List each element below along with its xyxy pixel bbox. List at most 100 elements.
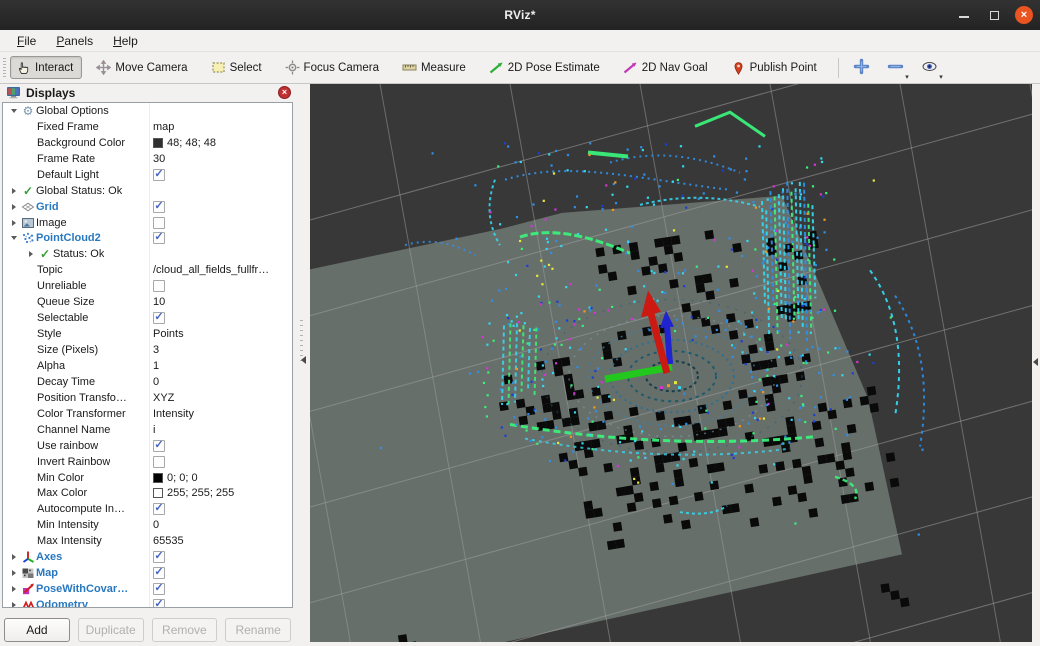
tree-row-image[interactable]: Image bbox=[3, 215, 292, 231]
tree-row-pointcloud2[interactable]: PointCloud2✓ bbox=[3, 231, 292, 247]
tree-row-value[interactable]: 48; 48; 48 bbox=[153, 137, 216, 149]
tree-row-value[interactable]: 1 bbox=[153, 360, 159, 372]
tree-row-value[interactable]: XYZ bbox=[153, 392, 174, 404]
tree-row-queue-size[interactable]: Queue Size10 bbox=[3, 294, 292, 310]
tree-row-value[interactable]: 0 bbox=[153, 376, 159, 388]
tree-row-alpha[interactable]: Alpha1 bbox=[3, 358, 292, 374]
tool-add-tool[interactable] bbox=[849, 56, 875, 80]
tree-row-odometry[interactable]: Odometry✓ bbox=[3, 597, 292, 608]
tree-row-value[interactable]: 255; 255; 255 bbox=[153, 487, 234, 499]
expander-icon[interactable] bbox=[7, 109, 20, 113]
expander-icon[interactable] bbox=[7, 554, 20, 560]
tree-row-value[interactable]: 0; 0; 0 bbox=[153, 472, 198, 484]
tree-row-value[interactable]: ✓ bbox=[153, 551, 165, 563]
tree-row-size-pixels[interactable]: Size (Pixels)3 bbox=[3, 342, 292, 358]
tree-row-background-color[interactable]: Background Color48; 48; 48 bbox=[3, 135, 292, 151]
tree-row-max-color[interactable]: Max Color255; 255; 255 bbox=[3, 486, 292, 502]
tree-row-value[interactable]: 65535 bbox=[153, 535, 184, 547]
checkbox-checked[interactable]: ✓ bbox=[153, 503, 165, 515]
tree-row-value[interactable]: ✓ bbox=[153, 169, 165, 181]
tool-focus-camera[interactable]: Focus Camera bbox=[279, 56, 388, 79]
checkbox-checked[interactable]: ✓ bbox=[153, 232, 165, 244]
tree-row-value[interactable]: ✓ bbox=[153, 503, 165, 515]
tree-row-value[interactable] bbox=[153, 217, 165, 229]
tree-row-autocompute-in[interactable]: Autocompute In…✓ bbox=[3, 501, 292, 517]
add-button[interactable]: Add bbox=[4, 618, 70, 642]
tree-row-invert-rainbow[interactable]: Invert Rainbow bbox=[3, 454, 292, 470]
tree-row-value[interactable]: ✓ bbox=[153, 599, 165, 608]
tool-move-camera[interactable]: Move Camera bbox=[90, 56, 196, 79]
toolbar-drag-handle[interactable] bbox=[3, 58, 6, 78]
checkbox-checked[interactable]: ✓ bbox=[153, 169, 165, 181]
tree-row-value[interactable]: ✓ bbox=[153, 583, 165, 595]
expander-icon[interactable] bbox=[7, 188, 20, 194]
tree-row-fixed-frame[interactable]: Fixed Framemap bbox=[3, 119, 292, 135]
expander-icon[interactable] bbox=[7, 236, 20, 240]
tree-row-value[interactable]: 3 bbox=[153, 344, 159, 356]
tree-row-value[interactable]: 30 bbox=[153, 153, 165, 165]
panel-splitter[interactable] bbox=[295, 84, 310, 646]
tree-row-color-transformer[interactable]: Color TransformerIntensity bbox=[3, 406, 292, 422]
tree-row-position-transfo[interactable]: Position Transfo…XYZ bbox=[3, 390, 292, 406]
tree-row-topic[interactable]: Topic/cloud_all_fields_fullfr… bbox=[3, 262, 292, 278]
tool-publish-point[interactable]: Publish Point bbox=[725, 56, 826, 79]
tree-row-value[interactable]: ✓ bbox=[153, 232, 165, 244]
tree-row-channel-name[interactable]: Channel Namei bbox=[3, 422, 292, 438]
tree-row-posewithcovar[interactable]: PoseWithCovar…✓ bbox=[3, 581, 292, 597]
checkbox-unchecked[interactable] bbox=[153, 456, 165, 468]
tree-row-value[interactable]: 0 bbox=[153, 519, 159, 531]
expander-icon[interactable] bbox=[7, 204, 20, 210]
tree-row-frame-rate[interactable]: Frame Rate30 bbox=[3, 151, 292, 167]
checkbox-checked[interactable]: ✓ bbox=[153, 440, 165, 452]
tool-2d-nav-goal[interactable]: 2D Nav Goal bbox=[617, 56, 717, 79]
minimize-button[interactable] bbox=[954, 5, 974, 25]
tree-row-grid[interactable]: Grid✓ bbox=[3, 199, 292, 215]
tool-select[interactable]: Select bbox=[205, 56, 271, 79]
tree-row-decay-time[interactable]: Decay Time0 bbox=[3, 374, 292, 390]
tree-row-global-options[interactable]: ⚙Global Options bbox=[3, 103, 292, 119]
tree-row-value[interactable]: 10 bbox=[153, 296, 165, 308]
menu-panels[interactable]: Panels bbox=[47, 32, 102, 50]
checkbox-unchecked[interactable] bbox=[153, 280, 165, 292]
checkbox-checked[interactable]: ✓ bbox=[153, 567, 165, 579]
tree-row-value[interactable]: ✓ bbox=[153, 312, 165, 324]
tree-row-use-rainbow[interactable]: Use rainbow✓ bbox=[3, 438, 292, 454]
tree-row-value[interactable]: Intensity bbox=[153, 408, 194, 420]
tree-row-value[interactable]: i bbox=[153, 424, 155, 436]
tree-row-value[interactable] bbox=[153, 456, 165, 468]
tool-visibility[interactable]: ▾ bbox=[917, 56, 943, 80]
checkbox-checked[interactable]: ✓ bbox=[153, 312, 165, 324]
displays-panel-close-button[interactable]: × bbox=[278, 86, 291, 99]
tree-row-unreliable[interactable]: Unreliable bbox=[3, 278, 292, 294]
tree-row-value[interactable]: Points bbox=[153, 328, 184, 340]
checkbox-checked[interactable]: ✓ bbox=[153, 599, 165, 608]
tree-row-map[interactable]: Map✓ bbox=[3, 565, 292, 581]
tool-remove-tool[interactable]: ▾ bbox=[883, 56, 909, 80]
tree-row-value[interactable]: ✓ bbox=[153, 201, 165, 213]
close-button[interactable]: × bbox=[1014, 5, 1034, 25]
tree-row-value[interactable]: ✓ bbox=[153, 567, 165, 579]
tree-row-min-intensity[interactable]: Min Intensity0 bbox=[3, 517, 292, 533]
right-panel-splitter[interactable] bbox=[1032, 84, 1040, 646]
expander-icon[interactable] bbox=[7, 602, 20, 608]
tree-row-global-status-ok[interactable]: ✓Global Status: Ok bbox=[3, 183, 292, 199]
tool-2d-pose-estimate[interactable]: 2D Pose Estimate bbox=[483, 56, 609, 79]
expander-icon[interactable] bbox=[24, 251, 37, 257]
tree-row-value[interactable]: map bbox=[153, 121, 174, 133]
checkbox-unchecked[interactable] bbox=[153, 217, 165, 229]
tree-row-style[interactable]: StylePoints bbox=[3, 326, 292, 342]
expander-icon[interactable] bbox=[7, 220, 20, 226]
tool-interact[interactable]: Interact bbox=[10, 56, 82, 79]
tool-measure[interactable]: Measure bbox=[396, 56, 475, 79]
tree-row-status-ok[interactable]: ✓Status: Ok bbox=[3, 246, 292, 262]
checkbox-checked[interactable]: ✓ bbox=[153, 583, 165, 595]
maximize-button[interactable] bbox=[984, 5, 1004, 25]
menu-file[interactable]: File bbox=[8, 32, 45, 50]
menu-help[interactable]: Help bbox=[104, 32, 147, 50]
expander-icon[interactable] bbox=[7, 586, 20, 592]
tree-row-selectable[interactable]: Selectable✓ bbox=[3, 310, 292, 326]
tree-row-min-color[interactable]: Min Color0; 0; 0 bbox=[3, 470, 292, 486]
checkbox-checked[interactable]: ✓ bbox=[153, 201, 165, 213]
tree-row-max-intensity[interactable]: Max Intensity65535 bbox=[3, 533, 292, 549]
expander-icon[interactable] bbox=[7, 570, 20, 576]
